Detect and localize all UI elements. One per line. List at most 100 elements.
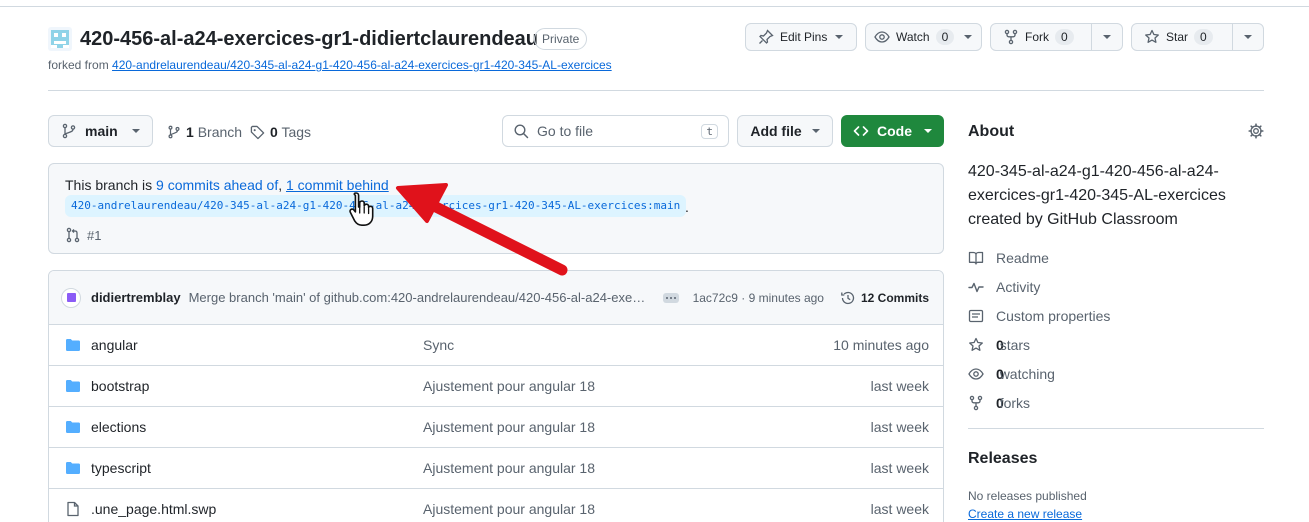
code-label: Code (877, 123, 912, 139)
pull-request-link[interactable]: #1 (65, 227, 101, 243)
branch-selector[interactable]: main (48, 115, 153, 147)
add-file-button[interactable]: Add file (737, 115, 833, 147)
visibility-badge: Private (534, 28, 588, 50)
header-divider (48, 90, 1264, 91)
custom-properties-label: Custom properties (996, 308, 1111, 324)
folder-icon (66, 421, 80, 433)
file-name-link[interactable]: elections (91, 419, 146, 435)
go-to-file-placeholder: Go to file (537, 123, 594, 139)
go-to-file-input[interactable]: Go to file t (502, 115, 729, 147)
branch-status-suffix: . (685, 199, 689, 215)
pull-request-number: #1 (87, 227, 102, 243)
commits-history-link[interactable]: 12 Commits (840, 290, 929, 306)
chevron-down-icon (1102, 35, 1111, 39)
forked-from-link[interactable]: 420-andrelaurendeau/420-345-al-a24-g1-42… (112, 58, 612, 72)
repo-name-link[interactable]: 420-456-al-a24-exercices-gr1-didiertclau… (80, 28, 538, 51)
commits-count: 12 Commits (860, 290, 930, 305)
commit-message-link[interactable]: Merge branch 'main' of github.com:420-an… (189, 290, 649, 305)
branch-status-prefix: This branch is (65, 177, 157, 193)
book-icon (968, 251, 984, 265)
commit-author-link[interactable]: didiertremblay (91, 290, 181, 305)
table-row[interactable]: elections Ajustement pour angular 18 las… (49, 407, 943, 448)
custom-properties-link[interactable]: Custom properties (968, 308, 1110, 324)
star-dropdown[interactable] (1232, 24, 1262, 50)
folder-icon (66, 380, 80, 392)
expand-commit-icon[interactable] (662, 292, 679, 303)
file-name-link[interactable]: typescript (91, 460, 151, 476)
chevron-down-icon (835, 35, 844, 39)
readme-link[interactable]: Readme (968, 250, 1049, 266)
watch-label: Watch (896, 30, 930, 44)
branches-link[interactable]: 1 Branch (167, 124, 242, 140)
file-icon (67, 501, 79, 517)
file-commit-time: last week (870, 419, 929, 435)
note-icon (968, 309, 984, 323)
file-commit-time: last week (870, 501, 929, 517)
activity-link[interactable]: Activity (968, 279, 1040, 295)
fork-icon (1004, 29, 1018, 45)
file-name-link[interactable]: angular (91, 337, 138, 353)
file-browser: didiertremblay Merge branch 'main' of gi… (48, 270, 944, 522)
watching-link[interactable]: 0 watching (968, 366, 1055, 382)
file-commit-message[interactable]: Ajustement pour angular 18 (423, 460, 595, 476)
tags-link[interactable]: 0 Tags (250, 124, 311, 140)
table-row[interactable]: .une_page.html.swp Ajustement pour angul… (49, 489, 943, 522)
gear-icon[interactable] (1248, 123, 1264, 142)
branch-status-separator: , (278, 177, 286, 193)
eye-icon (968, 368, 984, 380)
history-icon (841, 291, 855, 304)
watch-counter: 0 (935, 29, 955, 45)
file-commit-message[interactable]: Ajustement pour angular 18 (423, 378, 595, 394)
commits-behind-link[interactable]: 1 commit behind (286, 177, 389, 193)
star-icon (1145, 29, 1159, 43)
pin-icon (759, 29, 774, 44)
forks-link[interactable]: 0 forks (968, 395, 1030, 411)
table-row[interactable]: typescript Ajustement pour angular 18 la… (49, 448, 943, 489)
pulse-icon (968, 282, 984, 293)
file-name-link[interactable]: .une_page.html.swp (91, 501, 216, 517)
repo-avatar-icon (48, 27, 72, 51)
tag-icon (250, 125, 265, 139)
fork-label: Fork (1025, 30, 1049, 44)
keyboard-shortcut-hint: t (701, 123, 718, 139)
create-release-link[interactable]: Create a new release (968, 507, 1082, 521)
chevron-down-icon (924, 129, 932, 133)
file-name-link[interactable]: bootstrap (91, 378, 149, 394)
file-commit-time: last week (870, 378, 929, 394)
fork-dropdown[interactable] (1091, 24, 1121, 50)
branch-status-box: This branch is 9 commits ahead of, 1 com… (48, 163, 944, 254)
add-file-label: Add file (750, 123, 802, 139)
table-row[interactable]: bootstrap Ajustement pour angular 18 las… (49, 366, 943, 407)
star-icon (969, 337, 983, 351)
branches-label: Branch (197, 124, 243, 140)
commit-hash-time[interactable]: 1ac72c9 · 9 minutes ago (693, 291, 824, 305)
watch-button[interactable]: Watch 0 (865, 23, 982, 51)
avatar[interactable] (61, 287, 81, 308)
edit-pins-button[interactable]: Edit Pins (745, 23, 857, 51)
commits-ahead-link[interactable]: 9 commits ahead of (156, 177, 278, 193)
star-button[interactable]: Star 0 (1131, 23, 1264, 51)
search-icon (514, 124, 529, 139)
forks-label: forks (999, 395, 1031, 411)
code-button[interactable]: Code (841, 115, 944, 147)
file-commit-message[interactable]: Ajustement pour angular 18 (423, 419, 595, 435)
code-icon (853, 126, 869, 136)
releases-heading[interactable]: Releases (968, 450, 1037, 468)
edit-pins-label: Edit Pins (780, 30, 828, 44)
fork-button[interactable]: Fork 0 (990, 23, 1123, 51)
file-commit-message[interactable]: Sync (423, 337, 454, 353)
branches-count: 1 (186, 124, 194, 140)
star-counter: 0 (1194, 29, 1213, 45)
upstream-ref-link[interactable]: 420-andrelaurendeau/420-345-al-a24-g1-42… (65, 195, 687, 217)
fork-icon (969, 395, 983, 411)
no-releases-text: No releases published (968, 489, 1087, 503)
file-commit-message[interactable]: Ajustement pour angular 18 (423, 501, 595, 517)
file-commit-time: 10 minutes ago (833, 337, 929, 353)
stars-label: stars (999, 337, 1031, 353)
table-row[interactable]: angular Sync 10 minutes ago (49, 325, 943, 366)
folder-icon (66, 462, 80, 474)
stars-link[interactable]: 0 stars (968, 337, 1030, 353)
activity-label: Activity (996, 279, 1041, 295)
git-branch-icon (62, 123, 76, 139)
top-border (0, 6, 1309, 7)
